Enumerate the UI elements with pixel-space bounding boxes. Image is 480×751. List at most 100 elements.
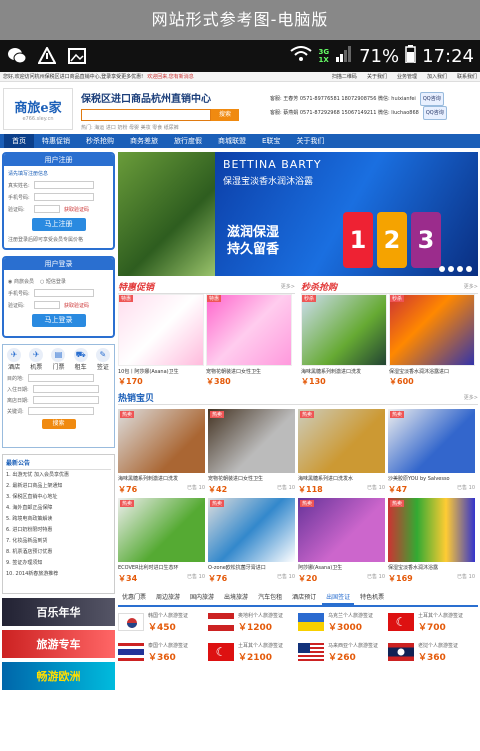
nav-business-travel[interactable]: 商务差旅: [122, 134, 166, 148]
ad-banner-1[interactable]: 百乐年华: [2, 598, 115, 626]
wifi-icon: [290, 45, 313, 67]
hero-subtitle: 保湿宝淡香水润沐浴露: [223, 177, 314, 187]
login-get-code-link[interactable]: 获取验证码: [64, 302, 89, 309]
nav-promo[interactable]: 特惠促销: [34, 134, 78, 148]
carousel-dots[interactable]: [439, 266, 472, 272]
login-button[interactable]: 马上登录: [31, 314, 86, 327]
news-item[interactable]: 9. 签证办理须知: [6, 558, 111, 569]
product-card[interactable]: 热卖 ECOVER比利时进口生态环 ￥34 已售 10: [118, 498, 205, 584]
keyword-field[interactable]: [27, 407, 94, 415]
top-link-qrcode[interactable]: 扫描二维码: [332, 72, 357, 81]
visa-item[interactable]: 泰国个人旅游签证 ￥360: [118, 637, 208, 667]
site-logo[interactable]: 商旅e家 e766.sley.cn: [3, 88, 73, 130]
search-input[interactable]: [81, 109, 211, 121]
site-header: 商旅e家 e766.sley.cn 保税区进口商品杭州直销中心 搜索 热门: 海…: [0, 82, 480, 134]
nav-vacation[interactable]: 旅行度假: [166, 134, 210, 148]
product-card[interactable]: 特惠 宠物花朝装进口女性卫生 ￥380: [206, 294, 292, 387]
radio-sms[interactable]: ○ 短信登录: [40, 278, 66, 285]
product-card[interactable]: 热卖 宠物花朝装进口女性卫生 ￥42 已售 10: [208, 409, 295, 495]
top-link-contact[interactable]: 联系我们: [457, 72, 477, 81]
product-card[interactable]: 热卖 O-zone欧松抗菌牙膏进口 ￥76 已售 10: [208, 498, 295, 584]
battery-icon: [405, 44, 416, 68]
bottle-1: 1: [343, 212, 373, 268]
hotel-search-button[interactable]: 搜索: [41, 419, 76, 429]
product-card[interactable]: 热卖 保湿宝淡香水润沐浴露 ￥169 已售 10: [388, 498, 475, 584]
login-code-field[interactable]: [34, 301, 60, 309]
visa-item[interactable]: 奥地利个人旅游签证 ￥1200: [208, 607, 298, 637]
promo-more-link[interactable]: 更多>: [281, 283, 295, 290]
top-link-business[interactable]: 业务管理: [397, 72, 417, 81]
tab-hotel-booking[interactable]: 酒店预订: [288, 590, 320, 605]
visa-item[interactable]: ☾ 土耳其个人旅游签证 ￥2100: [208, 637, 298, 667]
news-item[interactable]: 4. 海外直邮正品保障: [6, 503, 111, 514]
tab-flight[interactable]: ✈ 机票: [29, 348, 44, 371]
qq-button-1[interactable]: QQ咨询: [419, 92, 444, 106]
news-item[interactable]: 1. 出游无忧 加入会员享优惠: [6, 470, 111, 481]
product-card[interactable]: 热卖 阿莎娜(Asana)卫生 ￥20 已售 10: [298, 498, 385, 584]
warning-icon: [36, 45, 58, 67]
news-item[interactable]: 3. 保税区直销中心地址: [6, 492, 111, 503]
search-button[interactable]: 搜索: [211, 109, 239, 121]
signal-icon: [335, 45, 353, 67]
phone-field[interactable]: [34, 193, 94, 201]
news-item[interactable]: 7. 化妆品新品到货: [6, 536, 111, 547]
visa-item[interactable]: 乌克兰个人旅游签证 ￥3000: [298, 607, 388, 637]
top-link-join[interactable]: 加入我们: [427, 72, 447, 81]
nav-elink[interactable]: E联宝: [254, 134, 288, 148]
product-card[interactable]: 热卖 海味黑糖系列刺激进口洗发 ￥76 已售 10: [118, 409, 205, 495]
tab-domestic[interactable]: 国内旅游: [186, 590, 218, 605]
tab-outbound[interactable]: 出境旅游: [220, 590, 252, 605]
tab-tickets[interactable]: 优惠门票: [118, 590, 150, 605]
network-type: 3G 1X: [318, 48, 330, 64]
tab-car-rental[interactable]: 汽车包租: [254, 590, 286, 605]
web-page: 您好,欢迎访问杭州保税区进口商品直销中心,登录享受更多优惠! 欢迎回来,您有新消…: [0, 72, 480, 751]
tab-nearby[interactable]: 周边旅游: [152, 590, 184, 605]
nav-mall[interactable]: 商城联盟: [210, 134, 254, 148]
flash-title: 秒杀抢购: [301, 283, 338, 293]
visa-item[interactable]: 韩国个人旅游签证 ￥450: [118, 607, 208, 637]
destination-field[interactable]: [27, 374, 94, 382]
product-card[interactable]: 热卖 沙美胶原YOU by Salvesso ￥47 已售 10: [388, 409, 475, 495]
checkin-field[interactable]: [32, 385, 99, 393]
korea-flag-icon: [118, 613, 144, 631]
product-card[interactable]: 秒杀 保湿宝淡香水润沐浴露进口 ￥600: [389, 294, 475, 387]
name-field[interactable]: [34, 181, 94, 189]
hero-carousel[interactable]: BETTINA BARTY 保湿宝淡香水润沐浴露 滋润保湿 持久留香 1 2 3: [118, 152, 478, 276]
ad-banner-2[interactable]: 旅游专车: [2, 630, 115, 658]
hot-more-link[interactable]: 更多>: [464, 394, 478, 401]
checkout-field[interactable]: [32, 396, 99, 404]
tab-car[interactable]: ⛟ 租车: [73, 348, 88, 371]
main-nav: 首页 特惠促销 秒杀抢购 商务差旅 旅行度假 商城联盟 E联宝 关于我们: [0, 134, 480, 148]
login-phone-field[interactable]: [34, 289, 94, 297]
get-code-link[interactable]: 获取验证码: [64, 206, 89, 213]
top-link-about[interactable]: 关于我们: [367, 72, 387, 81]
register-button[interactable]: 马上注册: [31, 218, 86, 231]
news-item[interactable]: 2. 最新进口商品上架通知: [6, 481, 111, 492]
news-item[interactable]: 10. 2014新春旅游推荐: [6, 569, 111, 580]
hot-keywords[interactable]: 热门: 海运 进口 奶粉 母婴 美妆 零食 纸尿裤: [81, 124, 271, 131]
nav-about[interactable]: 关于我们: [288, 134, 332, 148]
product-card[interactable]: 特惠 10包丨阿莎娜(Asana)卫生 ￥170: [118, 294, 204, 387]
code-field[interactable]: [34, 205, 60, 213]
tab-hotel[interactable]: ✈ 酒店: [7, 348, 22, 371]
flash-more-link[interactable]: 更多>: [464, 283, 478, 290]
reference-title: 网站形式参考图-电脑版: [0, 0, 480, 40]
news-item[interactable]: 5. 跨境电商政策解读: [6, 514, 111, 525]
ad-banner-3[interactable]: 畅游欧洲: [2, 662, 115, 690]
promo-section: 特惠促销 更多> 特惠 10包丨阿莎娜(Asana)卫生 ￥170 特惠 宠物花朝…: [118, 276, 295, 387]
tab-visa-service[interactable]: 出国签证: [322, 590, 355, 605]
nav-home[interactable]: 首页: [4, 134, 34, 148]
tab-special-flight[interactable]: 特色机票: [356, 590, 388, 605]
qq-button-2[interactable]: QQ咨询: [422, 106, 447, 120]
product-card[interactable]: 热卖 海味黑糖系列进口洗发水 ￥118 已售 10: [298, 409, 385, 495]
tab-visa[interactable]: ✎ 签证: [95, 348, 110, 371]
product-card[interactable]: 秒杀 海味黑糖系列刺激进口洗发 ￥130: [301, 294, 387, 387]
news-item[interactable]: 6. 进口奶粉限时特惠: [6, 525, 111, 536]
news-item[interactable]: 8. 机票酒店预订优惠: [6, 547, 111, 558]
visa-item[interactable]: 马来西亚个人旅游签证 ￥260: [298, 637, 388, 667]
visa-item[interactable]: 老挝个人旅游签证 ￥360: [388, 637, 478, 667]
radio-member[interactable]: ◉ 商旅会员: [8, 278, 34, 285]
tab-ticket[interactable]: ▤ 门票: [51, 348, 66, 371]
visa-item[interactable]: ☾ 土耳其个人旅游签证 ￥700: [388, 607, 478, 637]
nav-flash-sale[interactable]: 秒杀抢购: [78, 134, 122, 148]
